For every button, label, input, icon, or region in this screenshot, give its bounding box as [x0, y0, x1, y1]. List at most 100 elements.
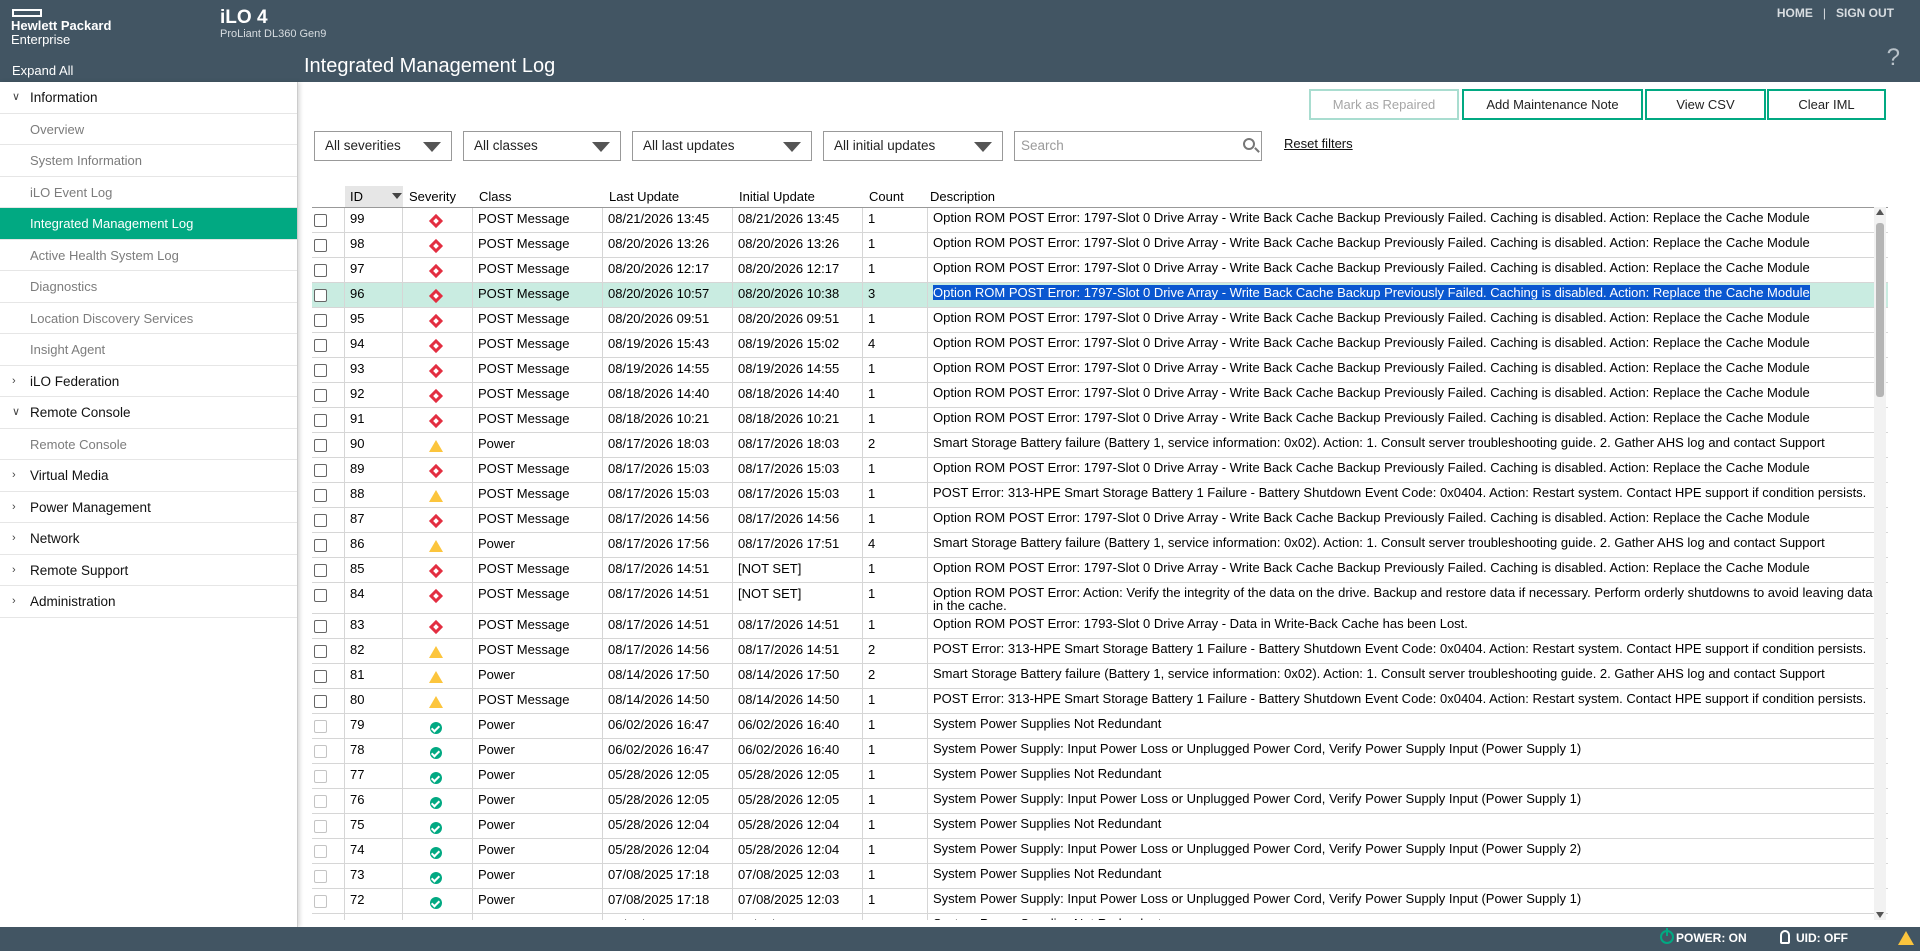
table-row[interactable]: 87 POST Message 08/17/2026 14:56 08/17/2026…	[312, 508, 1888, 533]
table-row[interactable]: 95 POST Message 08/20/2026 09:51 08/20/2026…	[312, 308, 1888, 333]
table-row[interactable]: 82 POST Message 08/17/2026 14:56 08/17/2026…	[312, 639, 1888, 664]
sidebar-group-virtual-media[interactable]: › Virtual Media	[0, 460, 297, 492]
sidebar-item-overview[interactable]: Overview	[0, 114, 297, 145]
sidebar-group-remote-console[interactable]: ∨ Remote Console	[0, 397, 297, 429]
table-row[interactable]: 89 POST Message 08/17/2026 15:03 08/17/2026…	[312, 458, 1888, 483]
table-row[interactable]: 79 Power 06/02/2026 16:47 06/02/2026 16:40 1…	[312, 714, 1888, 739]
chevron-right-icon[interactable]: ›	[12, 555, 16, 587]
row-checkbox[interactable]	[314, 289, 327, 302]
table-row[interactable]: 92 POST Message 08/18/2026 14:40 08/18/2026…	[312, 383, 1888, 408]
sidebar-item-diagnostics[interactable]: Diagnostics	[0, 271, 297, 303]
warning-icon[interactable]	[1898, 931, 1914, 945]
class-column-header[interactable]: Class	[479, 189, 512, 204]
table-row[interactable]: 88 POST Message 08/17/2026 15:03 08/17/2026…	[312, 483, 1888, 508]
table-row[interactable]: 84 POST Message 08/17/2026 14:51 [NOT SET] 1…	[312, 583, 1888, 614]
row-checkbox[interactable]	[314, 489, 327, 502]
sort-descending-icon[interactable]	[392, 193, 402, 199]
scrollbar-thumb[interactable]	[1876, 223, 1884, 397]
initial-update-filter[interactable]: All initial updates	[823, 131, 1003, 161]
row-checkbox[interactable]	[314, 620, 327, 633]
row-checkbox[interactable]	[314, 264, 327, 277]
help-icon[interactable]: ?	[1887, 44, 1900, 72]
initial-update-column-header[interactable]: Initial Update	[739, 189, 815, 204]
row-checkbox[interactable]	[314, 364, 327, 377]
table-row[interactable]: 81 Power 08/14/2026 17:50 08/14/2026 17:50 2…	[312, 664, 1888, 689]
table-row[interactable]: 93 POST Message 08/19/2026 14:55 08/19/2026…	[312, 358, 1888, 383]
id-column-header[interactable]: ID	[350, 189, 363, 204]
row-checkbox[interactable]	[314, 314, 327, 327]
class-filter[interactable]: All classes	[463, 131, 621, 161]
sidebar-item-active-health-system-log[interactable]: Active Health System Log	[0, 240, 297, 271]
row-checkbox[interactable]	[314, 339, 327, 352]
table-row[interactable]: 99 POST Message 08/21/2026 13:45 08/21/2026…	[312, 208, 1888, 233]
table-row[interactable]: 73 Power 07/08/2025 17:18 07/08/2025 12:03 1…	[312, 864, 1888, 889]
row-checkbox[interactable]	[314, 439, 327, 452]
count-column-header[interactable]: Count	[869, 189, 904, 204]
sidebar-item-location-discovery-services[interactable]: Location Discovery Services	[0, 303, 297, 334]
row-checkbox[interactable]	[314, 464, 327, 477]
table-row[interactable]: 96 POST Message 08/20/2026 10:57 08/20/2026…	[312, 283, 1888, 308]
table-row[interactable]: 97 POST Message 08/20/2026 12:17 08/20/2026…	[312, 258, 1888, 283]
chevron-right-icon[interactable]: ›	[12, 523, 16, 555]
reset-filters-link[interactable]: Reset filters	[1284, 136, 1353, 151]
table-row[interactable]: 83 POST Message 08/17/2026 14:51 08/17/2026…	[312, 614, 1888, 639]
severity-column-header[interactable]: Severity	[409, 189, 456, 204]
chevron-right-icon[interactable]: ›	[12, 366, 16, 398]
sidebar-item-insight-agent[interactable]: Insight Agent	[0, 334, 297, 366]
last-update-column-header[interactable]: Last Update	[609, 189, 679, 204]
table-row[interactable]: 75 Power 05/28/2026 12:04 05/28/2026 12:04 1…	[312, 814, 1888, 839]
sidebar-group-information[interactable]: ∨ Information	[0, 82, 297, 114]
table-row[interactable]: 85 POST Message 08/17/2026 14:51 [NOT SET] 1…	[312, 558, 1888, 583]
sidebar-item-system-information[interactable]: System Information	[0, 145, 297, 177]
sidebar-group-ilo-federation[interactable]: › iLO Federation	[0, 366, 297, 398]
clear-iml-button[interactable]: Clear IML	[1767, 89, 1886, 120]
table-row[interactable]: 74 Power 05/28/2026 12:04 05/28/2026 12:04 1…	[312, 839, 1888, 864]
description-column-header[interactable]: Description	[930, 189, 995, 204]
chevron-down-icon[interactable]: ∨	[12, 397, 20, 429]
search-input[interactable]: Search	[1014, 131, 1262, 161]
row-checkbox[interactable]	[314, 239, 327, 252]
view-csv-button[interactable]: View CSV	[1645, 89, 1766, 120]
table-row[interactable]: 98 POST Message 08/20/2026 13:26 08/20/2026…	[312, 233, 1888, 258]
chevron-right-icon[interactable]: ›	[12, 586, 16, 618]
row-checkbox[interactable]	[314, 645, 327, 658]
sidebar-item-ilo-event-log[interactable]: iLO Event Log	[0, 177, 297, 208]
chevron-right-icon[interactable]: ›	[12, 492, 16, 524]
table-row[interactable]: 86 Power 08/17/2026 17:56 08/17/2026 17:51 4…	[312, 533, 1888, 558]
table-row[interactable]: 77 Power 05/28/2026 12:05 05/28/2026 12:05 1…	[312, 764, 1888, 789]
chevron-right-icon[interactable]: ›	[12, 460, 16, 492]
sidebar-item-remote-console[interactable]: Remote Console	[0, 429, 297, 460]
table-row[interactable]: 94 POST Message 08/19/2026 15:43 08/19/2026…	[312, 333, 1888, 358]
power-status[interactable]: POWER: ON	[1676, 931, 1747, 945]
row-checkbox[interactable]	[314, 214, 327, 227]
row-checkbox[interactable]	[314, 414, 327, 427]
scroll-down-arrow-icon[interactable]	[1876, 912, 1884, 918]
severity-filter[interactable]: All severities	[314, 131, 452, 161]
table-row[interactable]: 71 Power07/07/2025 17:2407/07/2025 13:301…	[312, 914, 1888, 920]
expand-all-link[interactable]: Expand All	[12, 63, 73, 78]
sidebar-group-remote-support[interactable]: › Remote Support	[0, 555, 297, 587]
row-checkbox[interactable]	[314, 589, 327, 602]
sidebar-group-network[interactable]: › Network	[0, 523, 297, 555]
row-checkbox[interactable]	[314, 564, 327, 577]
sidebar-group-power-management[interactable]: › Power Management	[0, 492, 297, 524]
table-row[interactable]: 76 Power 05/28/2026 12:05 05/28/2026 12:05 1…	[312, 789, 1888, 814]
mark-as-repaired-button[interactable]: Mark as Repaired	[1309, 89, 1459, 120]
home-link[interactable]: HOME	[1777, 6, 1813, 20]
row-checkbox[interactable]	[314, 514, 327, 527]
table-row[interactable]: 72 Power 07/08/2025 17:18 07/08/2025 12:03 1…	[312, 889, 1888, 914]
table-row[interactable]: 78 Power 06/02/2026 16:47 06/02/2026 16:40 1…	[312, 739, 1888, 764]
sidebar-group-administration[interactable]: › Administration	[0, 586, 297, 618]
last-update-filter[interactable]: All last updates	[632, 131, 812, 161]
table-row[interactable]: 91 POST Message 08/18/2026 10:21 08/18/2026…	[312, 408, 1888, 433]
table-row[interactable]: 90 Power 08/17/2026 18:03 08/17/2026 18:03 2…	[312, 433, 1888, 458]
search-icon[interactable]	[1243, 138, 1255, 150]
add-maintenance-note-button[interactable]: Add Maintenance Note	[1462, 89, 1643, 120]
sign-out-link[interactable]: SIGN OUT	[1836, 6, 1894, 20]
sidebar-item-integrated-management-log[interactable]: Integrated Management Log	[0, 208, 297, 240]
scroll-up-arrow-icon[interactable]	[1876, 209, 1884, 215]
table-row[interactable]: 80 POST Message 08/14/2026 14:50 08/14/2026…	[312, 689, 1888, 714]
row-checkbox[interactable]	[314, 389, 327, 402]
table-scrollbar[interactable]	[1874, 207, 1886, 920]
row-checkbox[interactable]	[314, 539, 327, 552]
